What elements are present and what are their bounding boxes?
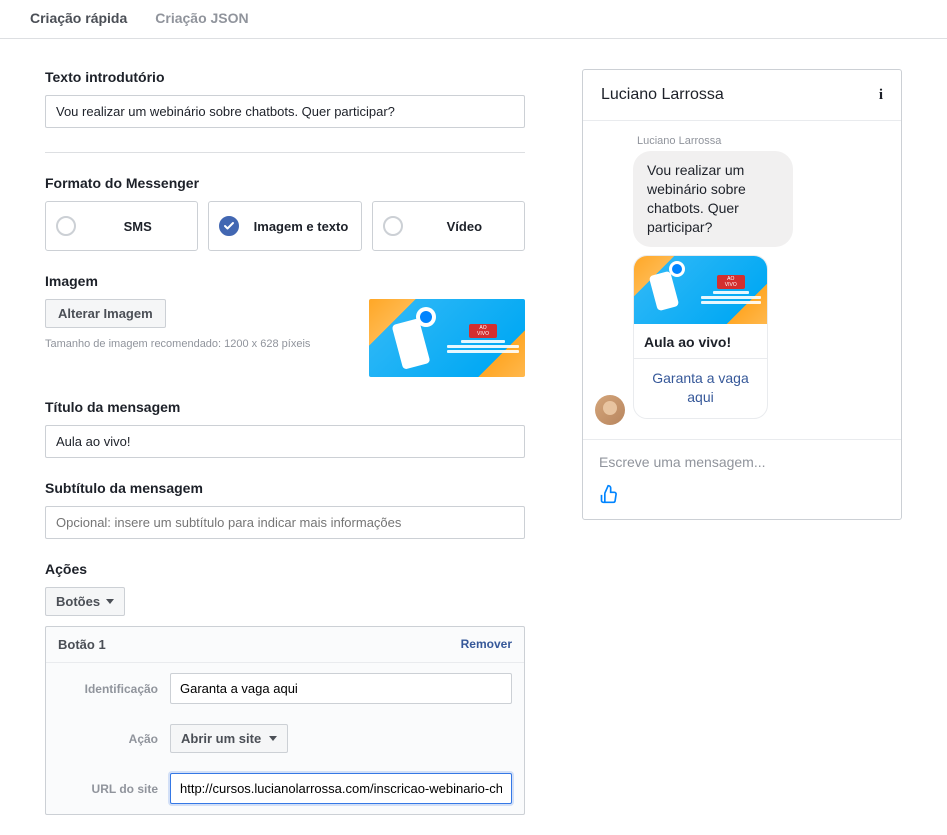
preview-card: AO VIVO Aula ao vivo! Garanta a vaga aqu… (633, 255, 768, 419)
actions-dropdown[interactable]: Botões (45, 587, 125, 616)
avatar (595, 395, 625, 425)
msg-subtitle-label: Subtítulo da mensagem (45, 480, 542, 496)
format-label: Formato do Messenger (45, 175, 542, 191)
caret-down-icon (269, 736, 277, 741)
tab-quick-create[interactable]: Criação rápida (16, 0, 141, 38)
radio-unchecked-icon (383, 216, 403, 236)
button-id-label: Identificação (58, 682, 158, 696)
button-id-input[interactable] (170, 673, 512, 704)
preview-sender-name: Luciano Larrossa (637, 135, 887, 147)
preview-page-name: Luciano Larrossa (601, 86, 724, 104)
messenger-preview: Luciano Larrossa i Luciano Larrossa Vou … (582, 69, 902, 520)
format-option-video[interactable]: Vídeo (372, 201, 525, 251)
format-option-label: Imagem e texto (251, 219, 350, 234)
thumbs-up-icon[interactable] (599, 484, 619, 504)
intro-label: Texto introdutório (45, 69, 542, 85)
change-image-button[interactable]: Alterar Imagem (45, 299, 166, 328)
button-action-value: Abrir um site (181, 731, 261, 746)
format-option-image-text[interactable]: Imagem e texto (208, 201, 361, 251)
image-label: Imagem (45, 273, 542, 289)
format-option-label: SMS (88, 219, 187, 234)
button-url-label: URL do site (58, 782, 158, 796)
preview-card-image: AO VIVO (634, 256, 767, 324)
msg-title-label: Título da mensagem (45, 399, 542, 415)
preview-text-bubble: Vou realizar um webinário sobre chatbots… (633, 151, 793, 247)
radio-checked-icon (219, 216, 239, 236)
radio-unchecked-icon (56, 216, 76, 236)
actions-label: Ações (45, 561, 542, 577)
preview-card-button[interactable]: Garanta a vaga aqui (634, 358, 767, 418)
actions-dropdown-label: Botões (56, 594, 100, 609)
tabs-bar: Criação rápida Criação JSON (0, 0, 947, 39)
caret-down-icon (106, 599, 114, 604)
tab-json-create[interactable]: Criação JSON (141, 0, 262, 38)
preview-card-title: Aula ao vivo! (634, 324, 767, 358)
image-size-hint: Tamanho de imagem recomendado: 1200 x 62… (45, 338, 349, 350)
msg-title-input[interactable] (45, 425, 525, 458)
format-option-sms[interactable]: SMS (45, 201, 198, 251)
button-action-dropdown[interactable]: Abrir um site (170, 724, 288, 753)
format-option-label: Vídeo (415, 219, 514, 234)
button-remove-link[interactable]: Remover (461, 637, 512, 652)
button-config-card: Botão 1 Remover Identificação Ação Abrir… (45, 626, 525, 815)
msg-subtitle-input[interactable] (45, 506, 525, 539)
info-icon[interactable]: i (879, 87, 883, 104)
intro-text-input[interactable] (45, 95, 525, 128)
button-url-input[interactable] (170, 773, 512, 804)
divider (45, 152, 525, 153)
image-thumbnail: AO VIVO (369, 299, 525, 377)
composer-placeholder[interactable]: Escreve uma mensagem... (599, 454, 885, 470)
button-action-label: Ação (58, 732, 158, 746)
button-card-title: Botão 1 (58, 637, 106, 652)
